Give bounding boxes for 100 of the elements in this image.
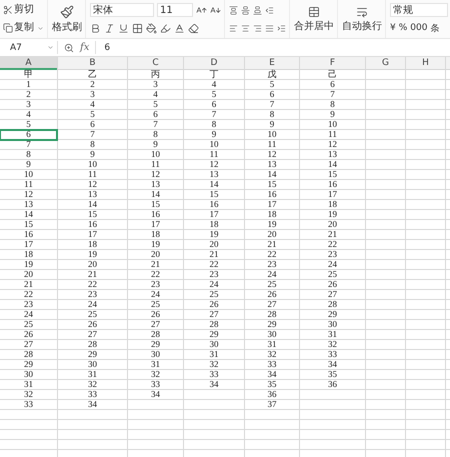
formula-field[interactable]: 6 [95, 41, 450, 54]
table-cell-text: 6 [329, 80, 336, 90]
align-center-icon[interactable] [241, 24, 250, 32]
table-cell-text: 31 [23, 380, 34, 390]
column-header[interactable]: A [0, 57, 57, 70]
font-color-icon[interactable] [174, 22, 185, 34]
caret-icon[interactable] [37, 24, 44, 32]
table-cell-text: 7 [210, 110, 218, 120]
table-cell-text: 8 [25, 150, 32, 160]
table-cell-text: 12 [327, 140, 338, 150]
table-cell-text: 16 [327, 180, 338, 190]
merge-icon[interactable] [308, 6, 320, 18]
align-middle-icon[interactable] [241, 6, 250, 14]
table-cell-text: 12 [87, 180, 98, 190]
table-cell-text: 31 [327, 330, 338, 340]
format-painter-button[interactable]: 格式刷 [52, 4, 82, 34]
table-cell-text: 35 [327, 370, 338, 380]
table-cell-text: 34 [208, 380, 220, 390]
column-header[interactable]: G [366, 57, 405, 70]
table-cell-text: 25 [87, 310, 98, 320]
eraser-icon[interactable] [188, 22, 199, 34]
table-cell-text: 甲 [23, 70, 34, 80]
table-cell-text: 18 [150, 230, 161, 240]
copy-button[interactable]: 复制 [3, 22, 34, 34]
font-name-select[interactable]: 宋体 [90, 3, 154, 17]
column-header[interactable]: F [300, 57, 365, 70]
table-cell-text: 10 [208, 140, 220, 150]
highlighter-icon[interactable] [160, 22, 171, 34]
fill-icon[interactable] [146, 22, 157, 34]
merge-center-button[interactable]: 合并居中 [294, 6, 334, 32]
table-cell-text: 27 [266, 300, 278, 310]
cut-button[interactable]: 剪切 [3, 4, 34, 16]
table-cell-text: 9 [329, 110, 336, 120]
name-box[interactable]: A7 [0, 41, 58, 54]
table-cell-text: 17 [266, 200, 278, 210]
column-header[interactable]: H [406, 57, 445, 70]
scissors-icon[interactable] [3, 5, 13, 15]
table-cell-text: 4 [25, 110, 32, 120]
zoom-icon[interactable] [64, 42, 74, 52]
table-cell-text: 2 [25, 90, 32, 100]
copy-icon[interactable] [3, 23, 13, 33]
table-cell: 6 [0, 130, 57, 140]
table-cell-text: 30 [266, 330, 278, 340]
table-cell-text: 14 [87, 200, 98, 210]
font-grow-icon[interactable] [196, 4, 207, 16]
table-cell-text: 27 [208, 310, 220, 320]
table-cell-text: 33 [208, 370, 220, 380]
column-header[interactable]: B [58, 57, 127, 70]
table-cell-text: 25 [327, 270, 338, 280]
table-cell-text: 15 [87, 210, 98, 220]
indent-icon[interactable] [277, 24, 286, 32]
table-cell-text: 11 [23, 180, 34, 190]
table-cell-text: 31 [266, 340, 278, 350]
more-button[interactable]: 条 [430, 22, 440, 34]
table-cell-text: 23 [150, 280, 161, 290]
table-cell-text: 28 [266, 310, 278, 320]
table-cell-text: 27 [23, 340, 34, 350]
border-icon[interactable] [132, 22, 143, 34]
font-shrink-icon[interactable] [210, 4, 221, 16]
column-header[interactable]: D [184, 57, 244, 70]
number-format-button[interactable]: 000 [410, 23, 428, 33]
table-cell-text: 34 [87, 400, 98, 410]
table-cell-text: 6 [152, 110, 159, 120]
paintbrush-icon[interactable] [60, 4, 74, 18]
underline-icon[interactable] [118, 22, 129, 34]
column-header[interactable]: E [245, 57, 299, 70]
align-right-icon[interactable] [253, 24, 262, 32]
wrap-text-button[interactable]: 自动换行 [342, 6, 382, 32]
table-cell-text: 32 [150, 370, 161, 380]
bold-icon[interactable] [90, 22, 101, 34]
function-label[interactable]: fx [80, 42, 90, 53]
font-size-select[interactable]: 11 [157, 3, 193, 17]
table-cell-text: 13 [23, 200, 34, 210]
outdent-icon[interactable] [265, 6, 274, 14]
align-top-icon[interactable] [229, 6, 238, 14]
table-cell-text: 32 [327, 340, 338, 350]
caret-icon[interactable] [47, 44, 54, 51]
number-format-button[interactable]: % [398, 23, 408, 33]
table-cell-text: 25 [266, 280, 278, 290]
table-cell-text: 13 [150, 180, 161, 190]
table-cell-text: 31 [87, 370, 98, 380]
table-cell-text: 13 [327, 150, 338, 160]
number-format-select[interactable]: 常规 [390, 3, 448, 17]
table-cell-text: 30 [150, 350, 161, 360]
table-cell-text: 25 [208, 290, 220, 300]
table-cell-text: 5 [89, 110, 96, 120]
table-cell-text: 10 [87, 160, 98, 170]
table-cell-text: 21 [208, 250, 220, 260]
table-cell-text: 22 [208, 260, 220, 270]
number-format-button[interactable]: ¥ [390, 23, 396, 33]
justify-icon[interactable] [265, 24, 274, 32]
table-cell-text: 16 [266, 190, 278, 200]
italic-icon[interactable] [104, 22, 115, 34]
column-header[interactable]: C [128, 57, 183, 70]
table-cell-text: 7 [268, 100, 276, 110]
align-bottom-icon[interactable] [253, 6, 262, 14]
align-left-icon[interactable] [229, 24, 238, 32]
table-cell-text: 27 [87, 330, 98, 340]
table-cell-text: 26 [266, 290, 278, 300]
wrap-text-icon[interactable] [356, 6, 368, 18]
